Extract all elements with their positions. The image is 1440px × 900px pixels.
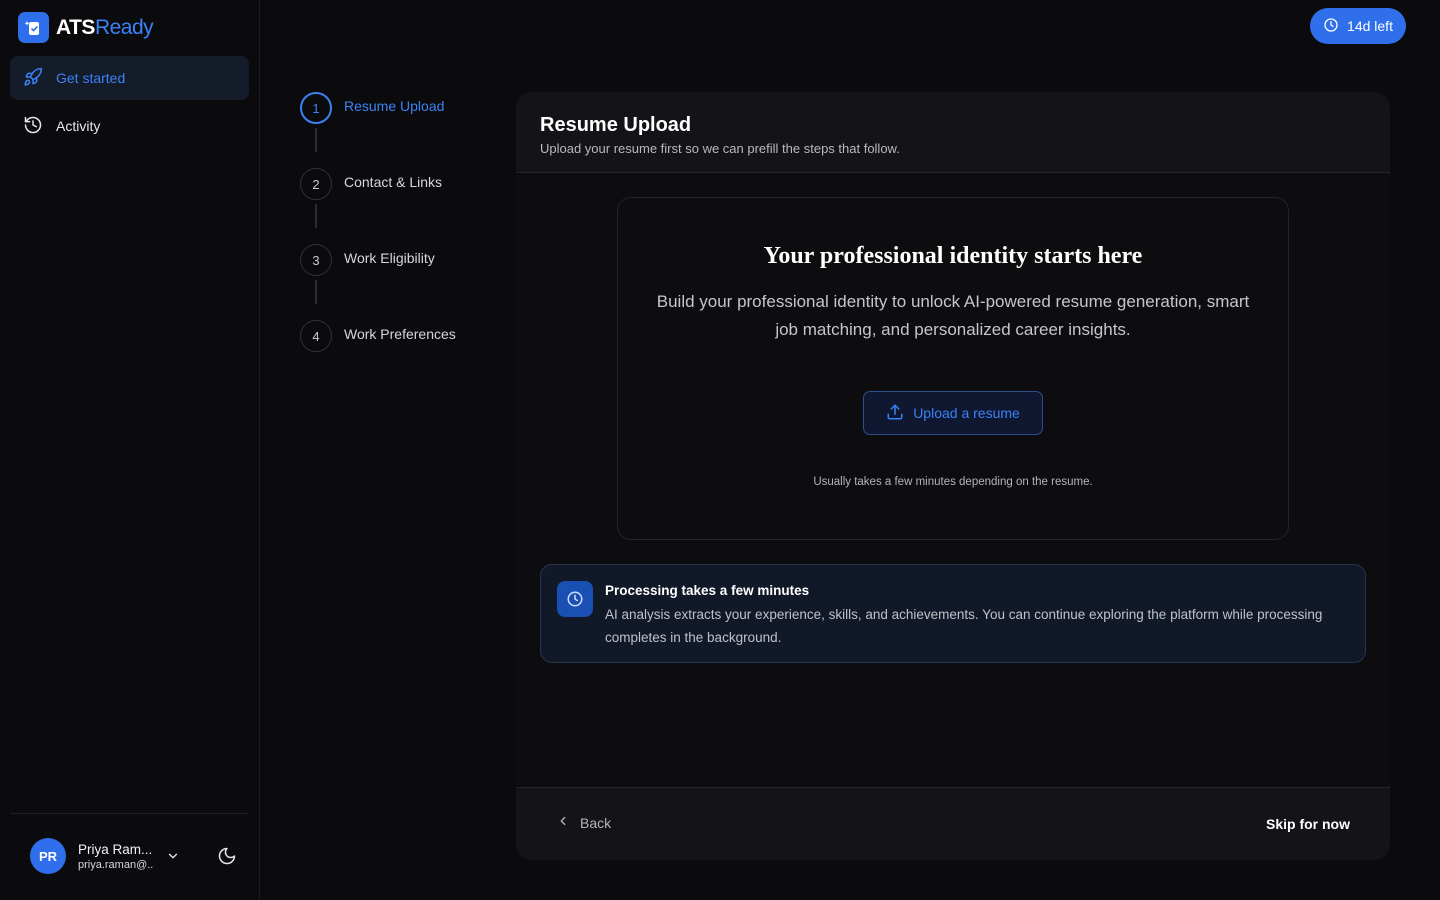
processing-info-callout: Processing takes a few minutes AI analys… bbox=[540, 564, 1366, 663]
user-email: priya.raman@... bbox=[78, 858, 154, 871]
sidebar-item-label: Activity bbox=[56, 118, 101, 134]
step-label: Contact & Links bbox=[344, 174, 443, 190]
skip-for-now-button[interactable]: Skip for now bbox=[1266, 816, 1350, 832]
page-subtitle: Upload your resume first so we can prefi… bbox=[540, 141, 900, 156]
step-label: Work Eligibility bbox=[344, 250, 435, 266]
rocket-icon bbox=[23, 67, 43, 90]
moon-icon[interactable] bbox=[217, 846, 237, 871]
step-number: 4 bbox=[300, 320, 332, 352]
info-text: AI analysis extracts your experience, sk… bbox=[605, 607, 1323, 645]
sidebar-divider bbox=[10, 813, 248, 814]
back-label: Back bbox=[580, 814, 612, 831]
logo-mark-icon bbox=[18, 12, 49, 43]
card-footer: Back Skip for now bbox=[516, 787, 1390, 860]
back-button[interactable]: Back bbox=[556, 814, 611, 831]
step-resume-upload[interactable]: 1 Resume Upload bbox=[300, 92, 444, 124]
chevron-left-icon bbox=[556, 814, 570, 831]
resume-upload-card: Resume Upload Upload your resume first s… bbox=[516, 92, 1390, 860]
card-body: Your professional identity starts here B… bbox=[516, 173, 1390, 787]
upload-dropzone[interactable]: Your professional identity starts here B… bbox=[617, 197, 1289, 540]
clock-icon bbox=[1323, 17, 1339, 36]
step-connector bbox=[315, 280, 317, 304]
step-number: 3 bbox=[300, 244, 332, 276]
avatar: PR bbox=[30, 838, 66, 874]
step-label: Resume Upload bbox=[344, 98, 445, 114]
card-header: Resume Upload Upload your resume first s… bbox=[516, 92, 1390, 173]
step-work-eligibility[interactable]: 3 Work Eligibility bbox=[300, 244, 435, 276]
user-name: Priya Ram... bbox=[78, 841, 153, 857]
clock-icon bbox=[557, 581, 593, 617]
step-number: 1 bbox=[300, 92, 332, 124]
sidebar-item-activity[interactable]: Activity bbox=[10, 104, 249, 148]
trial-label: 14d left bbox=[1347, 18, 1393, 34]
sidebar: ATSReady Get started Activity PR Priya R… bbox=[0, 0, 260, 900]
brand-name-accent: Ready bbox=[94, 15, 154, 39]
hero-title: Your professional identity starts here bbox=[763, 243, 1143, 269]
upload-resume-button[interactable]: Upload a resume bbox=[863, 391, 1043, 435]
user-meta: Priya Ram... priya.raman@... bbox=[78, 842, 154, 871]
hero-description: Build your professional identity to unlo… bbox=[656, 292, 1250, 339]
info-title: Processing takes a few minutes bbox=[605, 583, 810, 598]
history-icon bbox=[23, 115, 43, 138]
brand-name: ATSReady bbox=[56, 15, 154, 40]
step-label: Work Preferences bbox=[344, 326, 456, 342]
step-number: 2 bbox=[300, 168, 332, 200]
step-contact-links[interactable]: 2 Contact & Links bbox=[300, 168, 442, 200]
upload-icon bbox=[886, 403, 904, 424]
upload-button-label: Upload a resume bbox=[913, 405, 1020, 421]
step-connector bbox=[315, 128, 317, 152]
chevron-down-icon[interactable] bbox=[166, 849, 180, 868]
upload-hint: Usually takes a few minutes depending on… bbox=[813, 476, 1093, 488]
brand-name-primary: ATS bbox=[56, 15, 95, 39]
step-connector bbox=[315, 204, 317, 228]
app-logo[interactable]: ATSReady bbox=[18, 12, 154, 43]
sidebar-item-label: Get started bbox=[56, 70, 126, 86]
sidebar-item-get-started[interactable]: Get started bbox=[10, 56, 249, 100]
user-menu[interactable]: PR Priya Ram... priya.raman@... bbox=[30, 838, 178, 874]
step-work-preferences[interactable]: 4 Work Preferences bbox=[300, 320, 456, 352]
page-title: Resume Upload bbox=[540, 114, 692, 136]
trial-remaining-button[interactable]: 14d left bbox=[1310, 8, 1406, 44]
